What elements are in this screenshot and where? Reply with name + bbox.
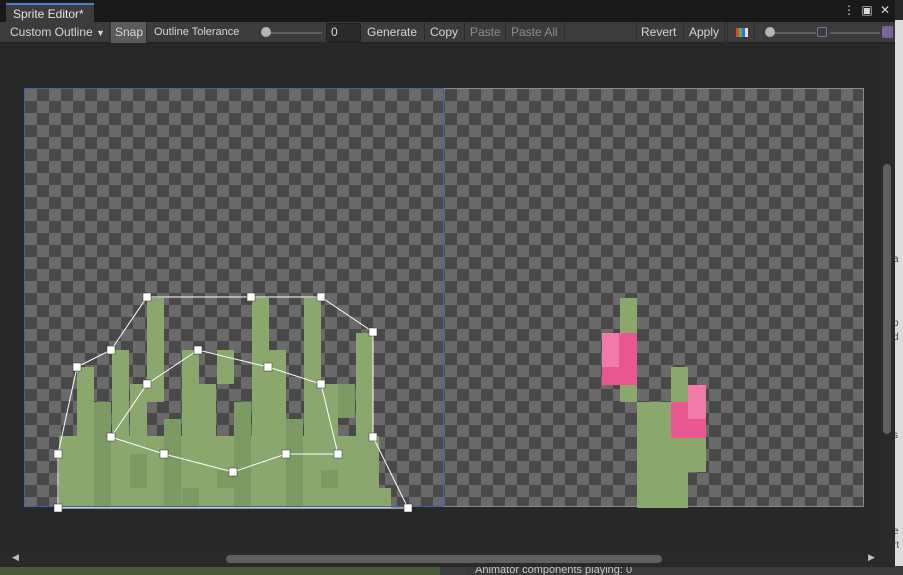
custom-outline-shape [57, 296, 409, 509]
outline-mode-dropdown[interactable]: Custom Outline ▼ [6, 22, 110, 43]
inner-outline-shape [110, 349, 339, 473]
background-scene-pane [0, 566, 440, 575]
sprite-canvas[interactable]: ◀ ▶ [0, 44, 895, 567]
outline-vertex [368, 432, 378, 442]
vertical-scroll-thumb[interactable] [883, 164, 891, 434]
revert-button[interactable]: Revert [636, 22, 684, 43]
outline-mode-label: Custom Outline [10, 25, 93, 39]
zoom-slider-handle[interactable] [765, 27, 775, 37]
app-root: a p d s e rt Animator components playing… [0, 0, 903, 575]
outline-vertex [333, 449, 343, 459]
background-divider [440, 566, 465, 575]
outline-vertex [193, 345, 203, 355]
outline-vertex [106, 432, 116, 442]
mip-slider-track[interactable] [830, 32, 880, 34]
close-icon[interactable]: ✕ [879, 3, 891, 17]
scroll-left-icon[interactable]: ◀ [12, 553, 19, 563]
editor-toolbar: Custom Outline ▼ Snap Outline Tolerance … [0, 22, 895, 43]
outline-vertex [228, 467, 238, 477]
vertical-scrollbar[interactable] [880, 44, 894, 567]
window-controls: ⋮ ▣ ✕ [843, 3, 891, 17]
outline-overlay[interactable] [0, 44, 880, 552]
tolerance-slider-track[interactable] [264, 32, 322, 34]
background-status-strip: Animator components playing: 0 [0, 564, 903, 575]
chevron-down-icon: ▼ [96, 28, 105, 38]
outline-vertex [316, 379, 326, 389]
outline-vertex [159, 449, 169, 459]
outline-vertex [368, 327, 378, 337]
outline-vertex [53, 503, 63, 513]
outline-vertex [281, 449, 291, 459]
snap-toggle[interactable]: Snap [111, 22, 147, 43]
sprite-editor-window: Sprite Editor* ⋮ ▣ ✕ Custom Outline ▼ Sn… [0, 0, 895, 567]
outline-vertex [53, 449, 63, 459]
mip-small-icon [817, 27, 827, 37]
outline-vertex [72, 362, 82, 372]
mip-large-icon [882, 26, 893, 38]
outline-vertex [403, 503, 413, 513]
horizontal-scroll-thumb[interactable] [226, 555, 662, 563]
tab-sprite-editor[interactable]: Sprite Editor* [6, 3, 94, 22]
rgb-channel-icon [736, 28, 748, 37]
outline-vertex [142, 292, 152, 302]
paste-all-button[interactable]: Paste All [507, 22, 565, 43]
outline-vertex [316, 292, 326, 302]
horizontal-scrollbar[interactable]: ◀ ▶ [0, 552, 880, 566]
window-tab-bar: Sprite Editor* ⋮ ▣ ✕ [0, 0, 895, 22]
apply-button[interactable]: Apply [685, 22, 725, 43]
outline-vertex [246, 292, 256, 302]
tolerance-label: Outline Tolerance [154, 26, 240, 38]
outline-vertex [263, 362, 273, 372]
paste-button[interactable]: Paste [466, 22, 506, 43]
outline-vertex [106, 345, 116, 355]
outline-vertices [53, 292, 413, 513]
outline-vertex [142, 379, 152, 389]
zoom-slider-track[interactable] [768, 32, 816, 34]
color-channel-button[interactable] [727, 22, 755, 43]
maximize-icon[interactable]: ▣ [861, 3, 873, 17]
scroll-right-icon[interactable]: ▶ [868, 553, 875, 563]
copy-button[interactable]: Copy [426, 22, 465, 43]
kebab-menu-icon[interactable]: ⋮ [843, 3, 855, 17]
tolerance-input[interactable]: 0 [326, 23, 361, 42]
generate-button[interactable]: Generate [363, 22, 425, 43]
tolerance-slider-handle[interactable] [261, 27, 271, 37]
